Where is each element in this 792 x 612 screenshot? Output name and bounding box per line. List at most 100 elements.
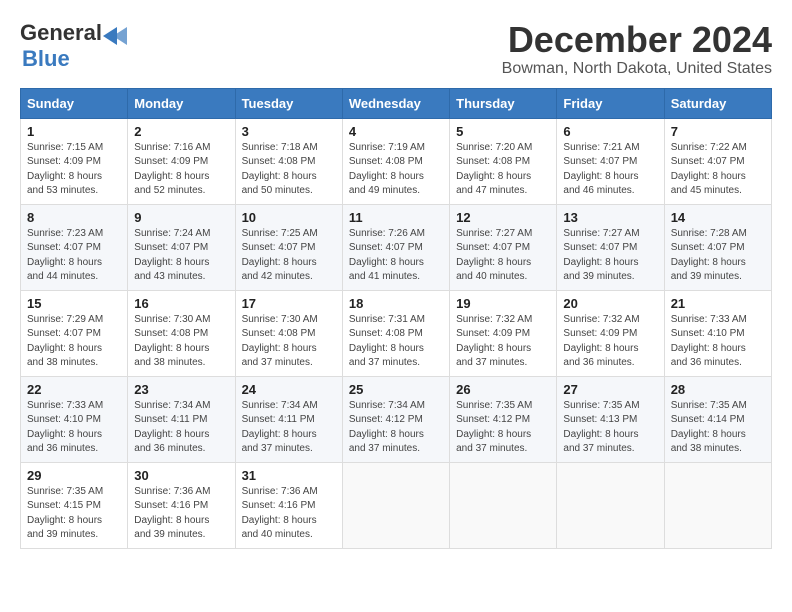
calendar-cell: 5 Sunrise: 7:20 AMSunset: 4:08 PMDaylight…	[450, 118, 557, 204]
calendar-cell: 24 Sunrise: 7:34 AMSunset: 4:11 PMDayligh…	[235, 376, 342, 462]
calendar-cell	[664, 462, 771, 548]
day-number: 22	[27, 382, 121, 397]
calendar-cell: 21 Sunrise: 7:33 AMSunset: 4:10 PMDayligh…	[664, 290, 771, 376]
day-number: 8	[27, 210, 121, 225]
day-number: 14	[671, 210, 765, 225]
day-number: 1	[27, 124, 121, 139]
calendar-cell: 16 Sunrise: 7:30 AMSunset: 4:08 PMDayligh…	[128, 290, 235, 376]
calendar-cell: 30 Sunrise: 7:36 AMSunset: 4:16 PMDayligh…	[128, 462, 235, 548]
day-info: Sunrise: 7:36 AMSunset: 4:16 PMDaylight:…	[242, 486, 318, 541]
day-number: 19	[456, 296, 550, 311]
day-info: Sunrise: 7:15 AMSunset: 4:09 PMDaylight:…	[27, 142, 103, 197]
day-info: Sunrise: 7:28 AMSunset: 4:07 PMDaylight:…	[671, 228, 747, 283]
calendar-table: SundayMondayTuesdayWednesdayThursdayFrid…	[20, 88, 772, 549]
day-number: 10	[242, 210, 336, 225]
day-number: 28	[671, 382, 765, 397]
calendar-cell: 7 Sunrise: 7:22 AMSunset: 4:07 PMDaylight…	[664, 118, 771, 204]
calendar-cell: 8 Sunrise: 7:23 AMSunset: 4:07 PMDaylight…	[21, 204, 128, 290]
calendar-cell: 20 Sunrise: 7:32 AMSunset: 4:09 PMDayligh…	[557, 290, 664, 376]
day-number: 2	[134, 124, 228, 139]
day-number: 11	[349, 210, 443, 225]
day-number: 24	[242, 382, 336, 397]
logo-text: General	[20, 20, 132, 46]
day-info: Sunrise: 7:24 AMSunset: 4:07 PMDaylight:…	[134, 228, 210, 283]
calendar-cell	[342, 462, 449, 548]
day-info: Sunrise: 7:34 AMSunset: 4:11 PMDaylight:…	[134, 400, 210, 455]
day-number: 20	[563, 296, 657, 311]
day-info: Sunrise: 7:32 AMSunset: 4:09 PMDaylight:…	[563, 314, 639, 369]
day-number: 4	[349, 124, 443, 139]
day-number: 6	[563, 124, 657, 139]
day-info: Sunrise: 7:35 AMSunset: 4:12 PMDaylight:…	[456, 400, 532, 455]
day-info: Sunrise: 7:20 AMSunset: 4:08 PMDaylight:…	[456, 142, 532, 197]
day-number: 18	[349, 296, 443, 311]
day-info: Sunrise: 7:31 AMSunset: 4:08 PMDaylight:…	[349, 314, 425, 369]
calendar-cell: 18 Sunrise: 7:31 AMSunset: 4:08 PMDayligh…	[342, 290, 449, 376]
weekday-header-row: SundayMondayTuesdayWednesdayThursdayFrid…	[21, 88, 772, 118]
day-number: 31	[242, 468, 336, 483]
day-info: Sunrise: 7:22 AMSunset: 4:07 PMDaylight:…	[671, 142, 747, 197]
weekday-header-tuesday: Tuesday	[235, 88, 342, 118]
weekday-header-wednesday: Wednesday	[342, 88, 449, 118]
day-info: Sunrise: 7:16 AMSunset: 4:09 PMDaylight:…	[134, 142, 210, 197]
day-number: 13	[563, 210, 657, 225]
calendar-cell: 22Sunrise: 7:33 AMSunset: 4:10 PMDayligh…	[21, 376, 128, 462]
day-info: Sunrise: 7:23 AMSunset: 4:07 PMDaylight:…	[27, 228, 103, 283]
day-number: 27	[563, 382, 657, 397]
calendar-cell: 15Sunrise: 7:29 AMSunset: 4:07 PMDayligh…	[21, 290, 128, 376]
week-row-1: 1 Sunrise: 7:15 AMSunset: 4:09 PMDaylight…	[21, 118, 772, 204]
day-info: Sunrise: 7:34 AMSunset: 4:12 PMDaylight:…	[349, 400, 425, 455]
weekday-header-friday: Friday	[557, 88, 664, 118]
calendar-cell: 23 Sunrise: 7:34 AMSunset: 4:11 PMDayligh…	[128, 376, 235, 462]
day-number: 29	[27, 468, 121, 483]
week-row-2: 8 Sunrise: 7:23 AMSunset: 4:07 PMDaylight…	[21, 204, 772, 290]
calendar-cell: 2 Sunrise: 7:16 AMSunset: 4:09 PMDaylight…	[128, 118, 235, 204]
weekday-header-thursday: Thursday	[450, 88, 557, 118]
day-info: Sunrise: 7:27 AMSunset: 4:07 PMDaylight:…	[563, 228, 639, 283]
weekday-header-sunday: Sunday	[21, 88, 128, 118]
calendar-cell: 25Sunrise: 7:34 AMSunset: 4:12 PMDayligh…	[342, 376, 449, 462]
calendar-cell: 11Sunrise: 7:26 AMSunset: 4:07 PMDayligh…	[342, 204, 449, 290]
location: Bowman, North Dakota, United States	[502, 60, 772, 78]
calendar-cell: 3 Sunrise: 7:18 AMSunset: 4:08 PMDaylight…	[235, 118, 342, 204]
calendar-cell	[557, 462, 664, 548]
day-info: Sunrise: 7:21 AMSunset: 4:07 PMDaylight:…	[563, 142, 639, 197]
day-number: 3	[242, 124, 336, 139]
calendar-cell: 12 Sunrise: 7:27 AMSunset: 4:07 PMDayligh…	[450, 204, 557, 290]
day-info: Sunrise: 7:34 AMSunset: 4:11 PMDaylight:…	[242, 400, 318, 455]
calendar-cell: 26Sunrise: 7:35 AMSunset: 4:12 PMDayligh…	[450, 376, 557, 462]
calendar-cell: 27Sunrise: 7:35 AMSunset: 4:13 PMDayligh…	[557, 376, 664, 462]
day-number: 7	[671, 124, 765, 139]
day-info: Sunrise: 7:36 AMSunset: 4:16 PMDaylight:…	[134, 486, 210, 541]
calendar-cell	[450, 462, 557, 548]
day-number: 21	[671, 296, 765, 311]
week-row-5: 29 Sunrise: 7:35 AMSunset: 4:15 PMDayligh…	[21, 462, 772, 548]
day-number: 9	[134, 210, 228, 225]
day-number: 23	[134, 382, 228, 397]
day-info: Sunrise: 7:35 AMSunset: 4:14 PMDaylight:…	[671, 400, 747, 455]
day-number: 5	[456, 124, 550, 139]
calendar-cell: 6 Sunrise: 7:21 AMSunset: 4:07 PMDaylight…	[557, 118, 664, 204]
page-header: General Blue December 2024 Bowman, North…	[20, 20, 772, 78]
calendar-cell: 1 Sunrise: 7:15 AMSunset: 4:09 PMDaylight…	[21, 118, 128, 204]
weekday-header-monday: Monday	[128, 88, 235, 118]
day-number: 15	[27, 296, 121, 311]
day-info: Sunrise: 7:18 AMSunset: 4:08 PMDaylight:…	[242, 142, 318, 197]
calendar-cell: 28 Sunrise: 7:35 AMSunset: 4:14 PMDayligh…	[664, 376, 771, 462]
day-info: Sunrise: 7:25 AMSunset: 4:07 PMDaylight:…	[242, 228, 318, 283]
calendar-cell: 4Sunrise: 7:19 AMSunset: 4:08 PMDaylight…	[342, 118, 449, 204]
month-title: December 2024	[502, 20, 772, 60]
calendar-cell: 10 Sunrise: 7:25 AMSunset: 4:07 PMDayligh…	[235, 204, 342, 290]
day-info: Sunrise: 7:33 AMSunset: 4:10 PMDaylight:…	[671, 314, 747, 369]
calendar-cell: 19Sunrise: 7:32 AMSunset: 4:09 PMDayligh…	[450, 290, 557, 376]
day-number: 16	[134, 296, 228, 311]
day-number: 12	[456, 210, 550, 225]
day-number: 30	[134, 468, 228, 483]
calendar-cell: 9 Sunrise: 7:24 AMSunset: 4:07 PMDaylight…	[128, 204, 235, 290]
calendar-cell: 29 Sunrise: 7:35 AMSunset: 4:15 PMDayligh…	[21, 462, 128, 548]
logo: General Blue	[20, 20, 132, 72]
title-block: December 2024 Bowman, North Dakota, Unit…	[502, 20, 772, 78]
day-info: Sunrise: 7:27 AMSunset: 4:07 PMDaylight:…	[456, 228, 532, 283]
day-info: Sunrise: 7:35 AMSunset: 4:15 PMDaylight:…	[27, 486, 103, 541]
day-info: Sunrise: 7:30 AMSunset: 4:08 PMDaylight:…	[134, 314, 210, 369]
